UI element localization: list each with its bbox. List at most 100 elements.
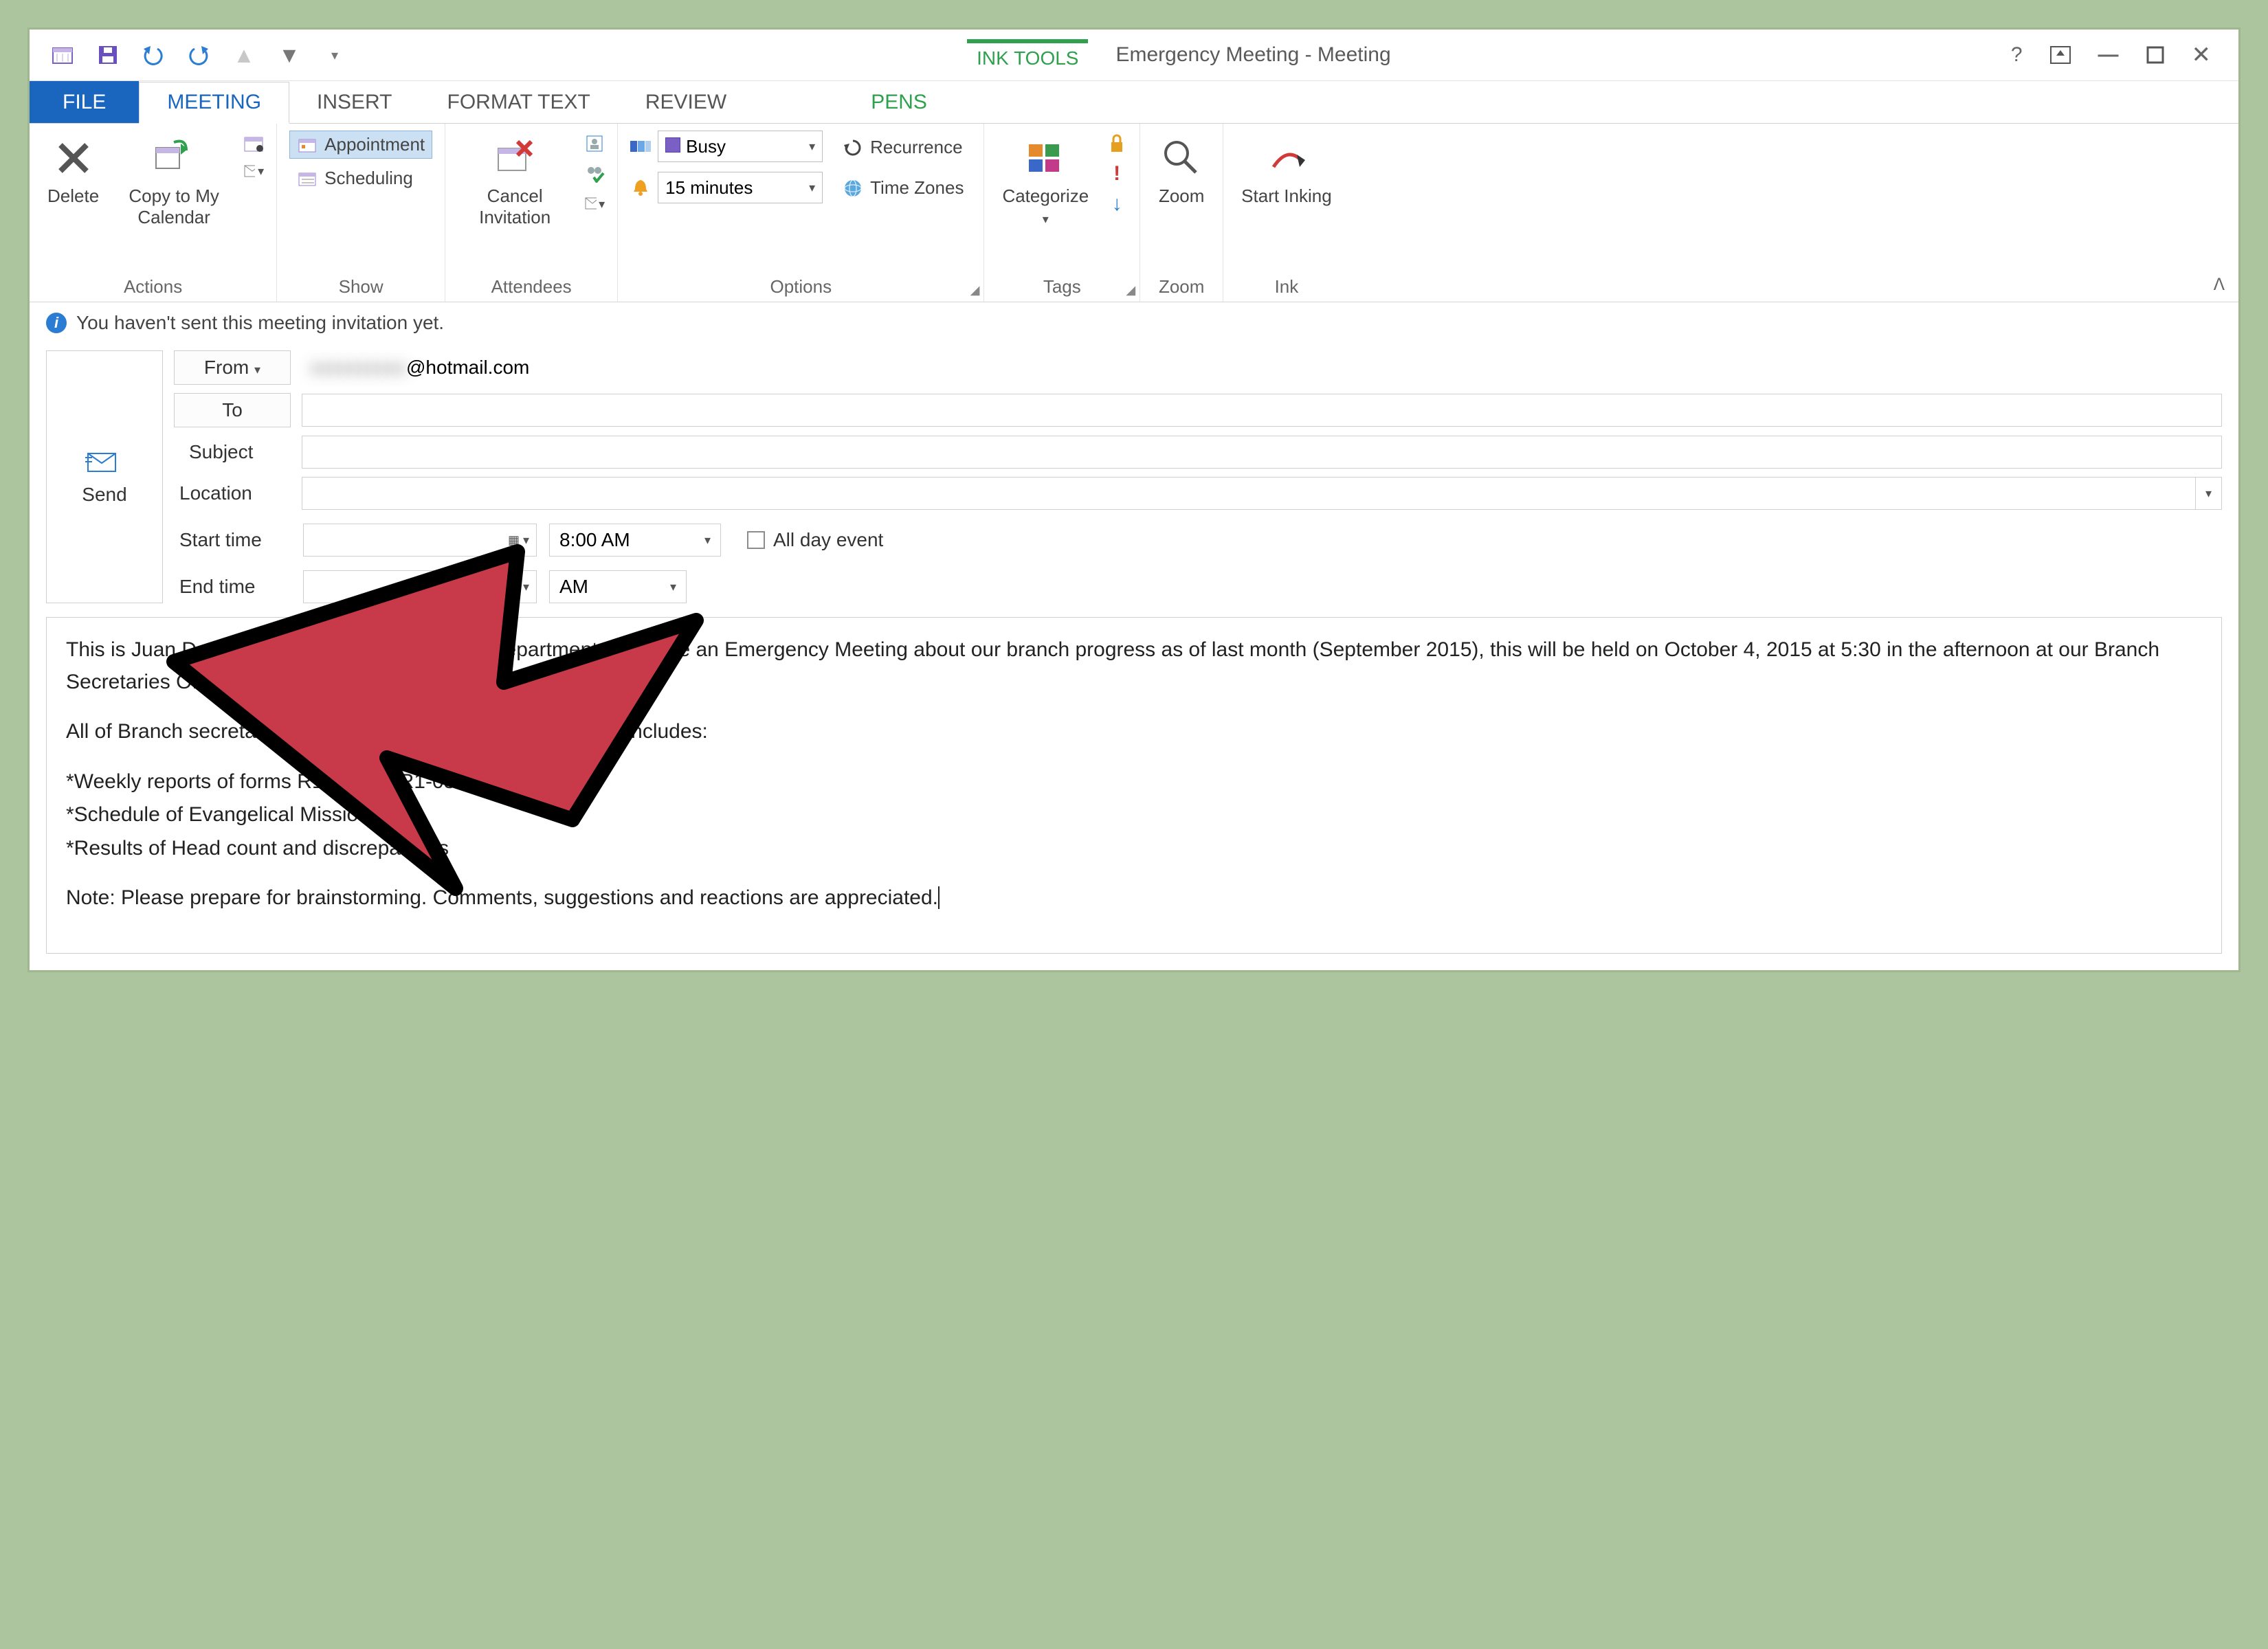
scheduling-label: Scheduling <box>324 168 413 189</box>
window-controls: ? — ✕ <box>2011 41 2238 69</box>
recurrence-button[interactable]: Recurrence <box>835 133 971 161</box>
all-day-label: All day event <box>773 529 883 551</box>
appointment-button[interactable]: Appointment <box>289 131 432 159</box>
tab-insert[interactable]: INSERT <box>289 81 419 123</box>
cancel-invitation-button[interactable]: Cancel Invitation <box>458 131 572 232</box>
ribbon: Delete Copy to My Calendar ▾ Actions App… <box>30 124 2238 302</box>
copy-calendar-label: Copy to My Calendar <box>122 186 225 228</box>
private-icon[interactable] <box>1107 133 1127 154</box>
end-date-input[interactable]: ▦ ▾ <box>303 570 537 603</box>
delete-label: Delete <box>47 186 99 207</box>
qat-customize-icon[interactable]: ▾ <box>322 43 347 67</box>
body-paragraph-1: This is Juan D. Smith Local Secretary of… <box>66 634 2202 698</box>
body-bullet-1: *Weekly reports of forms R1-05 and R1-03… <box>66 766 2202 798</box>
compose-header: Send From ▾ xxxxxxxxxx@hotmail.com To Su… <box>30 344 2238 612</box>
end-time-label: End time <box>174 576 291 598</box>
message-body[interactable]: This is Juan D. Smith Local Secretary of… <box>46 617 2222 954</box>
info-bar: i You haven't sent this meeting invitati… <box>30 302 2238 344</box>
calendar-small-icon[interactable] <box>243 133 264 154</box>
reminder-combo[interactable]: 15 minutes▾ <box>630 172 823 203</box>
start-time-value: 8:00 AM <box>559 529 630 551</box>
group-tags: Categorize▾ ! ↓ Tags ◢ <box>984 124 1140 302</box>
minimize-icon[interactable]: — <box>2098 43 2119 67</box>
tab-format-text[interactable]: FORMAT TEXT <box>420 81 618 123</box>
delete-button[interactable]: Delete <box>42 131 104 211</box>
group-zoom-label: Zoom <box>1153 273 1210 298</box>
group-ink-label: Ink <box>1236 273 1337 298</box>
outlook-meeting-window: ▲ ▼ ▾ INK TOOLS Emergency Meeting - Meet… <box>27 27 2241 972</box>
recurrence-icon <box>843 137 863 158</box>
scheduling-button[interactable]: Scheduling <box>289 164 421 192</box>
zoom-label: Zoom <box>1159 186 1204 207</box>
maximize-icon[interactable] <box>2146 46 2164 64</box>
group-show-label: Show <box>289 273 432 298</box>
address-book-icon[interactable] <box>584 133 605 154</box>
group-options: Busy▾ 15 minutes▾ Recurrence Time Zones <box>618 124 984 302</box>
reminder-value: 15 minutes <box>665 177 753 199</box>
copy-to-calendar-button[interactable]: Copy to My Calendar <box>117 131 231 232</box>
redo-icon[interactable] <box>186 43 211 67</box>
delete-icon <box>50 135 97 181</box>
quick-access-toolbar: ▲ ▼ ▾ <box>30 43 347 67</box>
close-icon[interactable]: ✕ <box>2192 41 2212 69</box>
undo-icon[interactable] <box>141 43 166 67</box>
ink-tools-contextual-tab: INK TOOLS <box>967 39 1088 71</box>
collapse-ribbon-icon[interactable]: ᐱ <box>2214 275 2225 295</box>
scheduling-icon <box>297 168 318 189</box>
time-zones-button[interactable]: Time Zones <box>835 174 971 202</box>
start-date-input[interactable]: ▦ ▾ <box>303 524 537 557</box>
start-inking-label: Start Inking <box>1241 186 1332 207</box>
group-zoom: Zoom Zoom <box>1140 124 1223 302</box>
check-names-icon[interactable] <box>584 164 605 184</box>
low-importance-icon[interactable]: ↓ <box>1107 194 1127 214</box>
group-attendees: Cancel Invitation ▾ Attendees <box>445 124 618 302</box>
from-value: xxxxxxxxxx@hotmail.com <box>302 357 529 379</box>
location-input[interactable]: ▾ <box>302 477 2222 510</box>
location-label: Location <box>174 482 291 504</box>
from-button[interactable]: From ▾ <box>174 350 291 385</box>
end-time-input[interactable]: AM▾ <box>549 570 687 603</box>
end-time-value: AM <box>559 576 588 598</box>
show-as-combo[interactable]: Busy▾ <box>630 131 823 162</box>
text-cursor <box>938 886 940 909</box>
group-actions-label: Actions <box>42 273 264 298</box>
zoom-icon <box>1158 135 1205 181</box>
copy-calendar-icon <box>151 135 197 181</box>
ribbon-display-icon[interactable] <box>2050 46 2071 64</box>
tags-dialog-launcher-icon[interactable]: ◢ <box>1126 283 1135 298</box>
tab-meeting[interactable]: MEETING <box>139 82 289 124</box>
appointment-icon <box>297 135 318 155</box>
save-icon[interactable] <box>96 43 120 67</box>
window-title: Emergency Meeting - Meeting <box>1115 43 1390 67</box>
response-options-icon[interactable]: ▾ <box>584 194 605 214</box>
to-input[interactable] <box>302 394 2222 427</box>
time-zones-label: Time Zones <box>870 177 964 199</box>
bell-icon <box>630 177 651 198</box>
all-day-checkbox[interactable] <box>747 531 765 549</box>
zoom-button[interactable]: Zoom <box>1153 131 1210 211</box>
to-button[interactable]: To <box>174 393 291 427</box>
categorize-button[interactable]: Categorize▾ <box>997 131 1094 232</box>
tab-pens[interactable]: PENS <box>843 81 955 123</box>
location-dropdown-icon[interactable]: ▾ <box>2195 478 2221 509</box>
ink-icon <box>1263 135 1310 181</box>
group-attendees-label: Attendees <box>458 273 605 298</box>
high-importance-icon[interactable]: ! <box>1107 164 1127 184</box>
info-icon: i <box>46 313 67 333</box>
globe-icon <box>843 178 863 199</box>
ribbon-tabs: FILE MEETING INSERT FORMAT TEXT REVIEW P… <box>30 81 2238 124</box>
subject-input[interactable] <box>302 436 2222 469</box>
start-inking-button[interactable]: Start Inking <box>1236 131 1337 211</box>
send-button[interactable]: Send <box>46 350 163 603</box>
group-ink: Start Inking Ink <box>1223 124 1350 302</box>
up-arrow-icon: ▲ <box>232 43 256 67</box>
calendar-icon[interactable] <box>50 43 75 67</box>
tab-review[interactable]: REVIEW <box>618 81 754 123</box>
down-arrow-icon[interactable]: ▼ <box>277 43 302 67</box>
tab-file[interactable]: FILE <box>30 81 139 123</box>
start-time-input[interactable]: 8:00 AM▾ <box>549 524 721 557</box>
options-dialog-launcher-icon[interactable]: ◢ <box>970 283 980 298</box>
help-icon[interactable]: ? <box>2011 43 2023 67</box>
subject-label: Subject <box>174 436 291 469</box>
forward-small-icon[interactable]: ▾ <box>243 161 264 181</box>
